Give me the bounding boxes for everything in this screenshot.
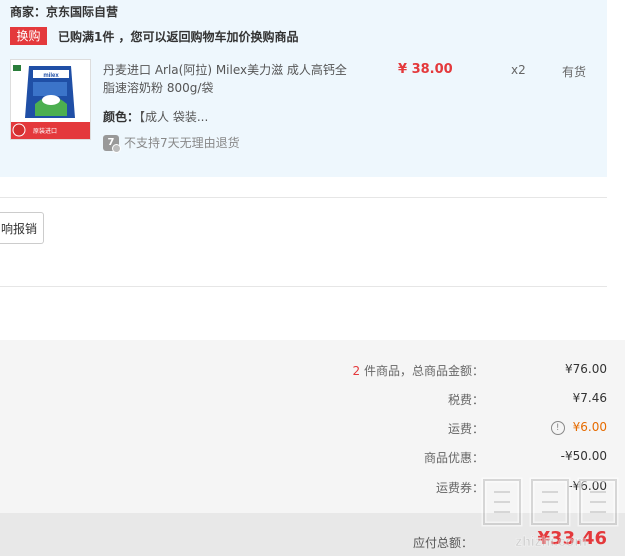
return-policy: 7 不支持7天无理由退货 xyxy=(103,134,240,153)
tax-value: ¥7.46 xyxy=(572,391,607,405)
color-label: 颜色： xyxy=(103,110,140,124)
total-bar xyxy=(0,513,625,556)
color-value: 【成人 袋装... xyxy=(139,110,209,124)
product-name[interactable]: 丹麦进口 Arla(阿拉) Milex美力滋 成人高钙全脂速溶奶粉 800g/袋 xyxy=(103,61,353,97)
stock-status: 有货 xyxy=(562,65,587,79)
divider xyxy=(0,286,607,287)
subtotal-value: ¥76.00 xyxy=(565,362,607,376)
vendor-name: 商家：京东国际自营 xyxy=(10,5,119,19)
coupon-value: -¥6.00 xyxy=(568,479,607,493)
subtotal-label: 2 件商品，总商品金额： xyxy=(352,364,484,378)
thumb-banner-text: 原装进口 xyxy=(33,127,57,135)
summary-coupon-row: 运费券： -¥6.00 xyxy=(0,479,625,499)
exchange-tag[interactable]: 换购 xyxy=(10,27,47,45)
product-link[interactable]: 丹麦进口 Arla(阿拉) Milex美力滋 成人高钙全脂速溶奶粉 800g/袋 xyxy=(103,63,347,95)
summary-subtotal-row: 2 件商品，总商品金额： ¥76.00 xyxy=(0,362,625,382)
shipping-value: ¥6.00 xyxy=(572,420,607,434)
product-quantity: x2 xyxy=(511,63,526,77)
tax-label: 税费： xyxy=(447,393,484,407)
total-label: 应付总额： xyxy=(412,536,473,550)
summary-tax-row: 税费： ¥7.46 xyxy=(0,391,625,411)
summary-shipping-row: 运费： ! ¥6.00 xyxy=(0,420,625,440)
shipping-label: 运费： xyxy=(447,422,484,436)
order-item-block: 商家：京东国际自营 换购 已购满1件 ，您可以返回购物车加价换购商品 milex… xyxy=(0,0,607,177)
info-icon[interactable]: ! xyxy=(550,420,565,435)
return-policy-text: 不支持7天无理由退货 xyxy=(124,136,240,150)
no-7day-return-icon: 7 xyxy=(103,134,121,153)
summary-discount-row: 商品优惠： -¥50.00 xyxy=(0,449,625,469)
product-color: 颜色：【成人 袋装... xyxy=(103,108,208,125)
svg-text:milex: milex xyxy=(43,73,59,79)
divider xyxy=(0,197,607,198)
promo-text: 已购满1件 ，您可以返回购物车加价换购商品 xyxy=(58,30,299,44)
product-thumbnail[interactable]: milex 原装进口 xyxy=(10,59,91,140)
milk-powder-bag-icon: milex 原装进口 xyxy=(11,60,90,139)
coupon-label: 运费券： xyxy=(435,481,484,495)
discount-label: 商品优惠： xyxy=(423,451,484,465)
product-price: ¥ 38.00 xyxy=(398,62,453,77)
discount-value: -¥50.00 xyxy=(560,449,607,463)
total-value: ¥33.46 xyxy=(537,528,607,549)
invoice-button[interactable]: 响报销 xyxy=(0,212,44,244)
